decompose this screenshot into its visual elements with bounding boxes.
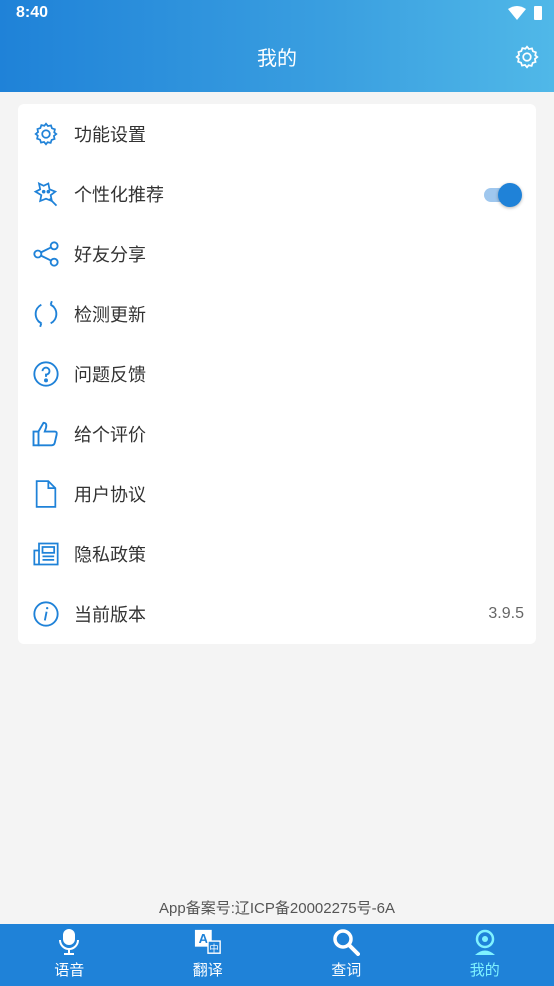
menu-item-label: 隐私政策 bbox=[74, 545, 146, 566]
menu-item-check-update[interactable]: 检测更新 bbox=[18, 284, 536, 344]
tab-label: 我的 bbox=[469, 961, 500, 979]
menu-item-label: 当前版本 bbox=[74, 605, 146, 626]
menu-item-rate[interactable]: 给个评价 bbox=[18, 404, 536, 464]
tab-voice[interactable]: 语音 bbox=[0, 924, 139, 986]
newspaper-icon bbox=[30, 538, 62, 570]
tab-mine[interactable]: 我的 bbox=[416, 924, 554, 986]
profile-icon bbox=[471, 928, 499, 956]
translate-icon: A 中 bbox=[194, 928, 222, 956]
battery-icon bbox=[534, 6, 542, 20]
svg-text:中: 中 bbox=[209, 942, 218, 954]
wifi-icon bbox=[508, 6, 526, 20]
toggle-thumb bbox=[498, 183, 522, 207]
status-time: 8:40 bbox=[16, 4, 49, 21]
tab-label: 查词 bbox=[331, 961, 362, 979]
bottom-tab-bar: 语音 A 中 翻译 查词 我的 bbox=[0, 924, 554, 986]
document-icon bbox=[30, 478, 62, 510]
menu-card: 功能设置 个性化推荐 好友分享 检测更新 问题反馈 给个评价 用户协议 隐私政策… bbox=[18, 104, 536, 644]
menu-item-function-settings[interactable]: 功能设置 bbox=[18, 104, 536, 164]
thumbs-up-icon bbox=[30, 418, 62, 450]
menu-item-personalized-recommend[interactable]: 个性化推荐 bbox=[18, 164, 536, 224]
question-icon bbox=[30, 358, 62, 390]
menu-item-privacy-policy[interactable]: 隐私政策 bbox=[18, 524, 536, 584]
info-icon bbox=[30, 598, 62, 630]
menu-item-current-version[interactable]: 当前版本 3.9.5 bbox=[18, 584, 536, 644]
settings-button[interactable] bbox=[512, 42, 542, 72]
page-title: 我的 bbox=[257, 46, 297, 70]
menu-item-label: 功能设置 bbox=[74, 125, 146, 146]
personalized-toggle[interactable] bbox=[482, 182, 522, 207]
svg-text:A: A bbox=[198, 931, 208, 946]
menu-item-share[interactable]: 好友分享 bbox=[18, 224, 536, 284]
version-number: 3.9.5 bbox=[488, 605, 524, 622]
menu-item-feedback[interactable]: 问题反馈 bbox=[18, 344, 536, 404]
tab-label: 语音 bbox=[54, 961, 85, 979]
gear-icon bbox=[515, 45, 539, 69]
refresh-icon bbox=[30, 298, 62, 330]
tab-label: 翻译 bbox=[192, 961, 223, 979]
record-number[interactable]: App备案号:辽ICP备20002275号-6A bbox=[0, 897, 554, 918]
menu-item-label: 问题反馈 bbox=[74, 365, 146, 386]
menu-item-label: 给个评价 bbox=[74, 425, 146, 446]
search-icon bbox=[332, 928, 361, 956]
tab-translate[interactable]: A 中 翻译 bbox=[139, 924, 278, 986]
personalize-icon bbox=[30, 178, 62, 210]
menu-item-label: 个性化推荐 bbox=[74, 185, 164, 206]
menu-item-user-agreement[interactable]: 用户协议 bbox=[18, 464, 536, 524]
menu-item-label: 好友分享 bbox=[74, 245, 146, 266]
menu-item-label: 用户协议 bbox=[74, 485, 146, 506]
status-icons bbox=[508, 6, 542, 20]
menu-item-label: 检测更新 bbox=[74, 305, 146, 326]
microphone-icon bbox=[55, 928, 83, 956]
share-icon bbox=[30, 238, 62, 270]
gear-icon bbox=[30, 118, 62, 150]
tab-lookup[interactable]: 查词 bbox=[277, 924, 416, 986]
app-header: 8:40 我的 bbox=[0, 0, 554, 92]
